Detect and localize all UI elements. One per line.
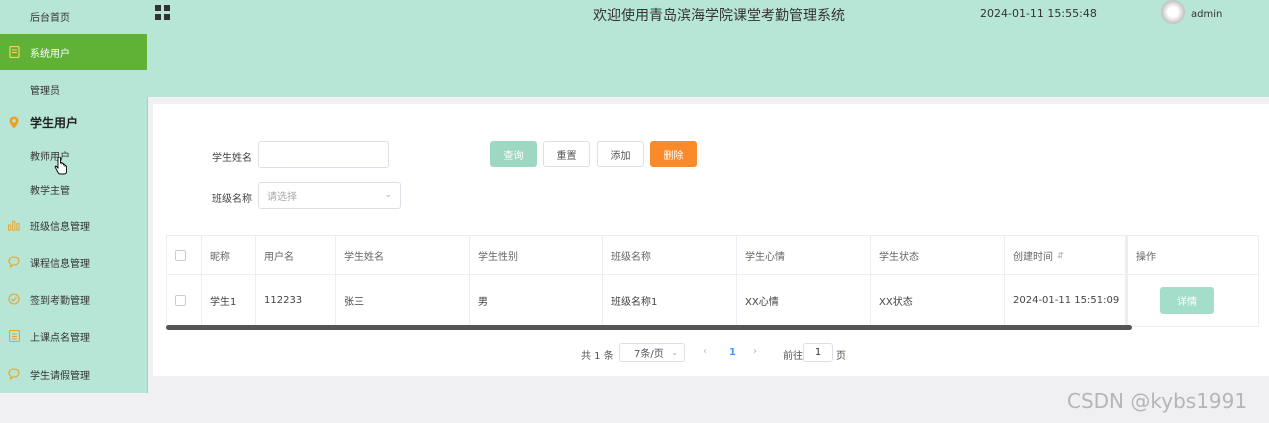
page-size-value: 7条/页 [634, 349, 664, 360]
bar-chart-icon [8, 219, 20, 231]
class-name-select[interactable]: 请选择 ⌄ [258, 182, 401, 209]
page-size-select[interactable]: 7条/页 ⌄ [619, 343, 685, 362]
table-cell: 张三 [336, 275, 470, 325]
sidebar-item-label: 班级信息管理 [30, 221, 90, 233]
table-header-row: 昵称 用户名 学生姓名 学生性别 班级名称 学生心情 学生状态 创建时间 ⇵ 操… [167, 236, 1258, 275]
sidebar-item-teachers[interactable]: 教师用户 [0, 137, 147, 173]
sidebar-item-home[interactable]: 后台首页 [0, 0, 147, 34]
chat-bubble-icon [8, 368, 20, 380]
username-label[interactable]: admin [1191, 9, 1222, 20]
table-row: 学生1 112233 张三 男 班级名称1 XX心情 XX状态 2024-01-… [167, 275, 1258, 325]
mouse-cursor-icon [54, 156, 68, 179]
location-pin-icon [8, 116, 20, 128]
table-cell: 班级名称1 [603, 275, 737, 325]
table-cell: XX状态 [871, 275, 1005, 325]
page-suffix-label: 页 [836, 351, 846, 362]
document-icon [8, 46, 20, 58]
sidebar-item-supervisor[interactable]: 教学主管 [0, 171, 147, 207]
sidebar-item-label: 上课点名管理 [30, 332, 90, 344]
chevron-down-icon: ⌄ [384, 190, 392, 200]
student-name-input[interactable] [258, 141, 389, 168]
class-select-placeholder: 请选择 [267, 192, 297, 203]
next-page-icon[interactable]: › [753, 346, 757, 357]
sidebar-item-label: 学生请假管理 [30, 370, 90, 382]
sidebar-item-label: 签到考勤管理 [30, 295, 90, 307]
avatar[interactable] [1161, 0, 1185, 24]
sidebar-item-course-info[interactable]: 课程信息管理 [0, 244, 147, 280]
main-panel: 学生姓名 班级名称 请选择 ⌄ 查询 重置 添加 删除 昵称 用户名 学生姓名 … [153, 104, 1269, 376]
table-cell: 男 [470, 275, 603, 325]
sidebar-item-class-info[interactable]: 班级信息管理 [0, 207, 147, 243]
reset-button[interactable]: 重置 [543, 141, 590, 167]
sidebar-item-leave[interactable]: 学生请假管理 [0, 356, 147, 392]
student-table: 昵称 用户名 学生姓名 学生性别 班级名称 学生心情 学生状态 创建时间 ⇵ 操… [166, 235, 1259, 327]
list-icon [8, 330, 20, 342]
pagination-total: 共 1 条 [581, 351, 614, 362]
column-header: 班级名称 [603, 236, 737, 274]
sidebar: 后台首页 系统用户 管理员 学生用户 教师用户 教学主管 班级信息管理 课程信息… [0, 0, 148, 393]
column-header-created[interactable]: 创建时间 ⇵ [1005, 236, 1126, 274]
system-title: 欢迎使用青岛滨海学院课堂考勤管理系统 [593, 8, 845, 24]
action-cell: 详情 [1126, 275, 1258, 325]
page-number-current[interactable]: 1 [729, 347, 736, 358]
column-header: 学生状态 [871, 236, 1005, 274]
table-cell: 2024-01-11 15:51:09 [1005, 275, 1126, 325]
add-button[interactable]: 添加 [597, 141, 644, 167]
sidebar-item-label: 教学主管 [30, 185, 70, 197]
sort-icon[interactable]: ⇵ [1057, 251, 1064, 260]
column-header-label: 创建时间 [1013, 251, 1053, 263]
goto-page-input[interactable]: 1 [803, 343, 833, 362]
column-header: 学生性别 [470, 236, 603, 274]
current-datetime: 2024-01-11 15:55:48 [980, 7, 1097, 20]
column-header: 操作 [1126, 236, 1258, 274]
sidebar-item-label: 后台首页 [30, 12, 70, 24]
column-header: 学生姓名 [336, 236, 470, 274]
detail-button[interactable]: 详情 [1160, 286, 1214, 314]
sidebar-item-roll-call[interactable]: 上课点名管理 [0, 318, 147, 354]
check-circle-icon [8, 293, 20, 305]
goto-label: 前往 [783, 351, 803, 362]
menu-grid-icon[interactable] [155, 5, 170, 20]
sidebar-item-label: 课程信息管理 [30, 258, 90, 270]
sidebar-item-admin[interactable]: 管理员 [0, 71, 147, 107]
query-button[interactable]: 查询 [490, 141, 537, 167]
row-checkbox-cell [167, 275, 202, 325]
table-cell: XX心情 [737, 275, 871, 325]
class-name-label: 班级名称 [212, 194, 252, 205]
watermark: CSDN @kybs1991 [1067, 389, 1248, 413]
column-header: 昵称 [202, 236, 256, 274]
row-checkbox[interactable] [175, 294, 186, 306]
sidebar-item-label: 管理员 [30, 85, 60, 97]
column-header: 用户名 [256, 236, 336, 274]
prev-page-icon[interactable]: ‹ [703, 346, 707, 357]
sidebar-item-label: 系统用户 [30, 48, 70, 60]
student-name-label: 学生姓名 [212, 153, 252, 164]
sidebar-item-label: 学生用户 [30, 115, 79, 130]
chat-bubble-icon [8, 256, 20, 268]
delete-button[interactable]: 删除 [650, 141, 697, 167]
sidebar-item-student-users[interactable]: 学生用户 [0, 104, 147, 140]
horizontal-scrollbar[interactable] [166, 325, 1132, 330]
table-cell: 学生1 [202, 275, 256, 325]
sidebar-item-attendance[interactable]: 签到考勤管理 [0, 281, 147, 317]
select-all-checkbox[interactable] [175, 249, 186, 261]
column-header: 学生心情 [737, 236, 871, 274]
table-cell: 112233 [256, 275, 336, 325]
top-header: 欢迎使用青岛滨海学院课堂考勤管理系统 2024-01-11 15:55:48 a… [147, 0, 1269, 97]
header-checkbox-cell [167, 236, 202, 274]
chevron-down-icon: ⌄ [671, 348, 678, 357]
sidebar-item-system-users[interactable]: 系统用户 [0, 34, 147, 70]
